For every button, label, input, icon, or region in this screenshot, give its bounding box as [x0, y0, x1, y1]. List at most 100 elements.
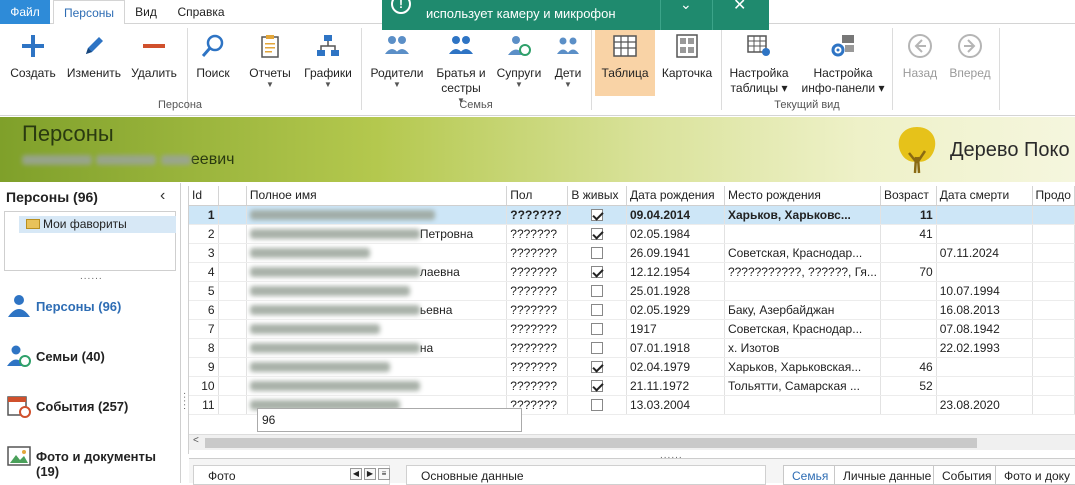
column-header-blank[interactable]	[218, 186, 247, 206]
alive-checkbox[interactable]	[591, 304, 604, 317]
siblings-button[interactable]: Братья и сестры ▼	[432, 24, 490, 105]
cell-birthdate: 09.04.2014	[626, 205, 725, 225]
tab-file[interactable]: Файл	[0, 0, 50, 24]
favorites-item[interactable]: Мои фавориты	[19, 216, 176, 233]
cell-age: 70	[880, 262, 937, 282]
table-settings-button[interactable]: Настройка таблицы ▾	[726, 24, 792, 100]
alive-checkbox[interactable]	[591, 361, 604, 374]
cell-alive	[567, 262, 627, 282]
tree-logo-icon	[898, 127, 936, 174]
cell-birthplace: Советская, Краснодар...	[724, 319, 881, 339]
tab-photos-docs[interactable]: Фото и доку	[995, 465, 1075, 485]
tab-persons[interactable]: Персоны	[53, 0, 125, 25]
column-header-alive[interactable]: В живых	[567, 186, 627, 206]
alive-checkbox[interactable]	[591, 380, 604, 393]
horizontal-scrollbar[interactable]: <	[189, 434, 1075, 450]
create-button[interactable]: Создать	[6, 24, 60, 100]
table-row[interactable]: 7??????? 1917 Советская, Краснодар... 07.08…	[189, 319, 1075, 339]
menu-icon[interactable]: ≡	[378, 468, 390, 480]
card-view-button[interactable]: Карточка	[658, 24, 716, 100]
cell-sex: ???????	[506, 300, 569, 320]
chevron-left-icon[interactable]: <	[193, 435, 199, 446]
cell-age: 52	[880, 376, 937, 396]
alive-checkbox[interactable]	[591, 399, 604, 412]
spouses-button[interactable]: Супруги ▼	[494, 24, 544, 100]
cell-fullname: Петровна	[246, 224, 508, 244]
tab-help[interactable]: Справка	[170, 0, 232, 24]
name-suffix: ьевна	[419, 302, 453, 317]
table-row[interactable]: 3??????? 26.09.1941 Советская, Краснодар..…	[189, 243, 1075, 263]
table-row[interactable]: 1??????? 09.04.2014 Харьков, Харьковс... 11	[189, 205, 1075, 225]
reports-button[interactable]: Отчеты ▼	[244, 24, 296, 100]
column-header-birthplace[interactable]: Место рождения	[724, 186, 881, 206]
splitter-grip[interactable]: ......	[80, 271, 103, 282]
cell-birthdate: 25.01.1928	[626, 281, 725, 301]
cell-fullname: ьевна	[246, 300, 508, 320]
main-data-pane: Основные данные	[406, 465, 766, 485]
cell-sex: ???????	[506, 319, 569, 339]
column-header-sex[interactable]: Пол	[506, 186, 569, 206]
table-row[interactable]: 4 лаевна??????? 12.12.1954???????????, ???…	[189, 262, 1075, 282]
column-header-birthdate[interactable]: Дата рождения	[626, 186, 725, 206]
plus-icon	[22, 35, 44, 57]
back-button[interactable]: Назад	[896, 24, 944, 100]
cell-blank	[218, 395, 247, 415]
group-label-person: Персона	[157, 99, 203, 111]
header-banner: Персоны еевич Дерево Поко	[0, 117, 1075, 182]
tab-personal-data[interactable]: Личные данные	[834, 465, 941, 485]
table-row[interactable]: 2 Петровна??????? 02.05.1984 41	[189, 224, 1075, 244]
graphs-button[interactable]: Графики ▼	[300, 24, 356, 100]
alive-checkbox[interactable]	[591, 342, 604, 355]
sidebar-item-families[interactable]: Семьи (40)	[0, 337, 180, 377]
table-row[interactable]: 5??????? 25.01.1928 10.07.1994	[189, 281, 1075, 301]
sidebar-item-photos[interactable]: Фото и документы (19)	[0, 437, 180, 479]
chevron-down-icon[interactable]: ⌄	[680, 0, 692, 13]
search-button[interactable]: Поиск	[192, 24, 234, 100]
column-header-deathdate[interactable]: Дата смерти	[936, 186, 1033, 206]
column-header-fullname[interactable]: Полное имя	[246, 186, 508, 206]
children-button[interactable]: Дети ▼	[548, 24, 588, 100]
cell-id: 10	[189, 376, 219, 396]
table-view-button[interactable]: Таблица	[595, 24, 655, 96]
cell-deathdate	[936, 205, 1033, 225]
column-header-age[interactable]: Возраст	[880, 186, 937, 206]
alive-checkbox[interactable]	[591, 209, 604, 222]
scroll-thumb[interactable]	[205, 438, 977, 448]
table-row[interactable]: 10??????? 21.11.1972 Тольятти, Самарская .…	[189, 376, 1075, 396]
app-title: Дерево Поко	[950, 139, 1070, 161]
column-header-more[interactable]: Продо	[1032, 186, 1075, 206]
toast-divider	[660, 0, 661, 30]
chevron-left-icon[interactable]: ◀	[350, 468, 362, 480]
blurred-text	[249, 248, 370, 259]
alive-checkbox[interactable]	[591, 323, 604, 336]
tab-family[interactable]: Семья	[783, 465, 838, 485]
alive-checkbox[interactable]	[591, 247, 604, 260]
table-row[interactable]: 6 ьевна??????? 02.05.1929 Баку, Азербайджан…	[189, 300, 1075, 320]
cell-birthplace: Харьков, Харьковс...	[724, 205, 881, 225]
filter-input[interactable]: 96	[257, 408, 522, 432]
cell-deathdate	[936, 357, 1033, 377]
cell-fullname	[246, 319, 508, 339]
column-header-id[interactable]: Id	[189, 186, 219, 206]
table-row[interactable]: 8 на??????? 07.01.1918 х. Изотов 22.02.1993	[189, 338, 1075, 358]
sidebar-item-events[interactable]: События (257)	[0, 387, 180, 427]
tab-view[interactable]: Вид	[128, 0, 164, 24]
infopanel-settings-button[interactable]: Настройка инфо-панели ▾	[800, 24, 886, 100]
blurred-text	[249, 305, 420, 316]
alive-checkbox[interactable]	[591, 285, 604, 298]
forward-button[interactable]: Вперед	[946, 24, 994, 100]
alive-checkbox[interactable]	[591, 266, 604, 279]
edit-button[interactable]: Изменить	[64, 24, 124, 100]
cell-sex: ???????	[506, 262, 569, 282]
table-row[interactable]: 9??????? 02.04.1979 Харьков, Харьковская..…	[189, 357, 1075, 377]
delete-button[interactable]: Удалить	[128, 24, 180, 100]
chevron-left-icon[interactable]: ‹	[160, 187, 165, 205]
close-icon[interactable]: ✕	[733, 0, 746, 15]
parents-button[interactable]: Родители ▼	[366, 24, 428, 100]
calendar-icon	[7, 396, 31, 418]
cell-more	[1032, 262, 1075, 282]
alive-checkbox[interactable]	[591, 228, 604, 241]
tab-events[interactable]: События	[933, 465, 1001, 485]
chevron-right-icon[interactable]: ▶	[364, 468, 376, 480]
sidebar-item-persons[interactable]: Персоны (96)	[0, 287, 180, 327]
